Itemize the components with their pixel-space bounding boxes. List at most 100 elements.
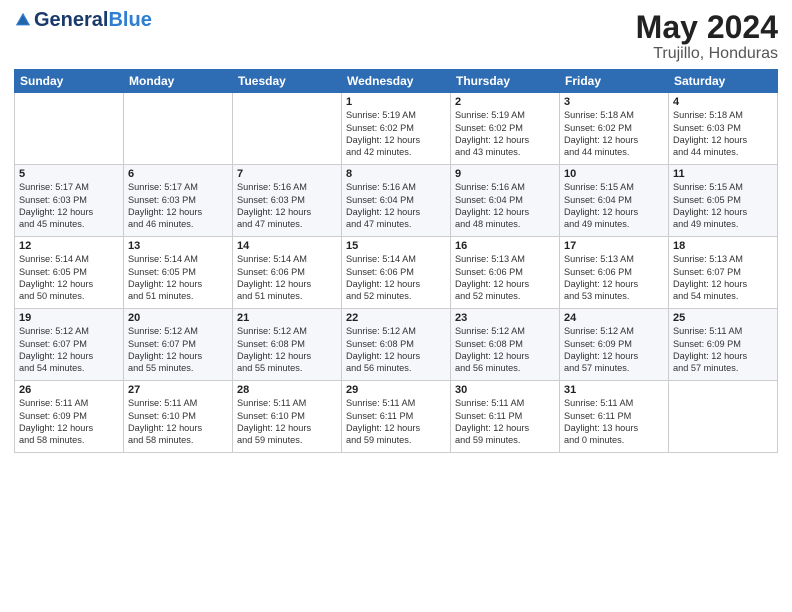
day-number: 21: [237, 312, 337, 324]
day-info: Sunrise: 5:12 AM Sunset: 6:07 PM Dayligh…: [128, 325, 228, 375]
day-number: 10: [564, 168, 664, 180]
day-number: 24: [564, 312, 664, 324]
day-info: Sunrise: 5:11 AM Sunset: 6:09 PM Dayligh…: [673, 325, 773, 375]
day-info: Sunrise: 5:19 AM Sunset: 6:02 PM Dayligh…: [455, 109, 555, 159]
calendar-cell: 15Sunrise: 5:14 AM Sunset: 6:06 PM Dayli…: [342, 237, 451, 309]
day-number: 2: [455, 96, 555, 108]
day-number: 8: [346, 168, 446, 180]
header: GeneralBlue May 2024 Trujillo, Honduras: [14, 10, 778, 63]
weekday-header-cell: Saturday: [669, 70, 778, 93]
day-info: Sunrise: 5:16 AM Sunset: 6:03 PM Dayligh…: [237, 181, 337, 231]
day-number: 1: [346, 96, 446, 108]
day-info: Sunrise: 5:14 AM Sunset: 6:05 PM Dayligh…: [128, 253, 228, 303]
calendar-cell: 12Sunrise: 5:14 AM Sunset: 6:05 PM Dayli…: [15, 237, 124, 309]
day-number: 6: [128, 168, 228, 180]
calendar-cell: 29Sunrise: 5:11 AM Sunset: 6:11 PM Dayli…: [342, 381, 451, 453]
day-number: 20: [128, 312, 228, 324]
calendar-cell: 24Sunrise: 5:12 AM Sunset: 6:09 PM Dayli…: [560, 309, 669, 381]
day-info: Sunrise: 5:16 AM Sunset: 6:04 PM Dayligh…: [455, 181, 555, 231]
calendar-cell: 26Sunrise: 5:11 AM Sunset: 6:09 PM Dayli…: [15, 381, 124, 453]
calendar-cell: 5Sunrise: 5:17 AM Sunset: 6:03 PM Daylig…: [15, 165, 124, 237]
calendar-cell: 8Sunrise: 5:16 AM Sunset: 6:04 PM Daylig…: [342, 165, 451, 237]
day-info: Sunrise: 5:11 AM Sunset: 6:10 PM Dayligh…: [128, 397, 228, 447]
calendar-cell: 4Sunrise: 5:18 AM Sunset: 6:03 PM Daylig…: [669, 93, 778, 165]
location-title: Trujillo, Honduras: [636, 45, 778, 63]
calendar-week-row: 19Sunrise: 5:12 AM Sunset: 6:07 PM Dayli…: [15, 309, 778, 381]
day-number: 14: [237, 240, 337, 252]
day-info: Sunrise: 5:11 AM Sunset: 6:11 PM Dayligh…: [346, 397, 446, 447]
calendar-cell: 6Sunrise: 5:17 AM Sunset: 6:03 PM Daylig…: [124, 165, 233, 237]
page: GeneralBlue May 2024 Trujillo, Honduras …: [0, 0, 792, 612]
day-number: 19: [19, 312, 119, 324]
day-info: Sunrise: 5:18 AM Sunset: 6:03 PM Dayligh…: [673, 109, 773, 159]
day-info: Sunrise: 5:11 AM Sunset: 6:10 PM Dayligh…: [237, 397, 337, 447]
calendar-cell: 2Sunrise: 5:19 AM Sunset: 6:02 PM Daylig…: [451, 93, 560, 165]
day-info: Sunrise: 5:13 AM Sunset: 6:06 PM Dayligh…: [455, 253, 555, 303]
day-number: 12: [19, 240, 119, 252]
day-info: Sunrise: 5:16 AM Sunset: 6:04 PM Dayligh…: [346, 181, 446, 231]
day-info: Sunrise: 5:11 AM Sunset: 6:11 PM Dayligh…: [564, 397, 664, 447]
day-number: 23: [455, 312, 555, 324]
day-info: Sunrise: 5:12 AM Sunset: 6:07 PM Dayligh…: [19, 325, 119, 375]
logo-general: General: [34, 10, 108, 30]
calendar-cell: 25Sunrise: 5:11 AM Sunset: 6:09 PM Dayli…: [669, 309, 778, 381]
calendar-cell: 11Sunrise: 5:15 AM Sunset: 6:05 PM Dayli…: [669, 165, 778, 237]
day-info: Sunrise: 5:17 AM Sunset: 6:03 PM Dayligh…: [19, 181, 119, 231]
day-info: Sunrise: 5:12 AM Sunset: 6:08 PM Dayligh…: [346, 325, 446, 375]
calendar-cell: 10Sunrise: 5:15 AM Sunset: 6:04 PM Dayli…: [560, 165, 669, 237]
day-number: 30: [455, 384, 555, 396]
calendar-week-row: 5Sunrise: 5:17 AM Sunset: 6:03 PM Daylig…: [15, 165, 778, 237]
calendar-table: SundayMondayTuesdayWednesdayThursdayFrid…: [14, 69, 778, 453]
calendar-cell: 14Sunrise: 5:14 AM Sunset: 6:06 PM Dayli…: [233, 237, 342, 309]
calendar-cell: 19Sunrise: 5:12 AM Sunset: 6:07 PM Dayli…: [15, 309, 124, 381]
weekday-header-cell: Sunday: [15, 70, 124, 93]
calendar-cell: 7Sunrise: 5:16 AM Sunset: 6:03 PM Daylig…: [233, 165, 342, 237]
calendar-cell: 20Sunrise: 5:12 AM Sunset: 6:07 PM Dayli…: [124, 309, 233, 381]
day-number: 22: [346, 312, 446, 324]
calendar-cell: 9Sunrise: 5:16 AM Sunset: 6:04 PM Daylig…: [451, 165, 560, 237]
calendar-cell: 16Sunrise: 5:13 AM Sunset: 6:06 PM Dayli…: [451, 237, 560, 309]
calendar-cell: 22Sunrise: 5:12 AM Sunset: 6:08 PM Dayli…: [342, 309, 451, 381]
day-info: Sunrise: 5:14 AM Sunset: 6:06 PM Dayligh…: [346, 253, 446, 303]
day-number: 11: [673, 168, 773, 180]
day-number: 18: [673, 240, 773, 252]
day-number: 4: [673, 96, 773, 108]
day-number: 7: [237, 168, 337, 180]
day-info: Sunrise: 5:11 AM Sunset: 6:09 PM Dayligh…: [19, 397, 119, 447]
calendar-body: 1 Sunrise: 5:19 AM Sunset: 6:02 PM Daylig…: [15, 93, 778, 453]
calendar-cell: 17Sunrise: 5:13 AM Sunset: 6:06 PM Dayli…: [560, 237, 669, 309]
weekday-header-cell: Monday: [124, 70, 233, 93]
day-info: Sunrise: 5:15 AM Sunset: 6:05 PM Dayligh…: [673, 181, 773, 231]
calendar-cell: [669, 381, 778, 453]
day-info: Sunrise: 5:12 AM Sunset: 6:09 PM Dayligh…: [564, 325, 664, 375]
day-info: Sunrise: 5:15 AM Sunset: 6:04 PM Dayligh…: [564, 181, 664, 231]
day-info: Sunrise: 5:12 AM Sunset: 6:08 PM Dayligh…: [455, 325, 555, 375]
calendar-cell: 30Sunrise: 5:11 AM Sunset: 6:11 PM Dayli…: [451, 381, 560, 453]
calendar-cell: 31Sunrise: 5:11 AM Sunset: 6:11 PM Dayli…: [560, 381, 669, 453]
calendar-week-row: 26Sunrise: 5:11 AM Sunset: 6:09 PM Dayli…: [15, 381, 778, 453]
day-number: 15: [346, 240, 446, 252]
calendar-week-row: 12Sunrise: 5:14 AM Sunset: 6:05 PM Dayli…: [15, 237, 778, 309]
day-number: 16: [455, 240, 555, 252]
calendar-cell: [233, 93, 342, 165]
calendar-week-row: 1 Sunrise: 5:19 AM Sunset: 6:02 PM Daylig…: [15, 93, 778, 165]
day-number: 29: [346, 384, 446, 396]
logo: GeneralBlue: [14, 10, 152, 30]
calendar-cell: 18Sunrise: 5:13 AM Sunset: 6:07 PM Dayli…: [669, 237, 778, 309]
calendar-cell: [15, 93, 124, 165]
day-info: Sunrise: 5:17 AM Sunset: 6:03 PM Dayligh…: [128, 181, 228, 231]
calendar-cell: 1Sunrise: 5:19 AM Sunset: 6:02 PM Daylig…: [342, 93, 451, 165]
day-info: Sunrise: 5:12 AM Sunset: 6:08 PM Dayligh…: [237, 325, 337, 375]
day-info: Sunrise: 5:14 AM Sunset: 6:05 PM Dayligh…: [19, 253, 119, 303]
calendar-cell: [124, 93, 233, 165]
day-info: Sunrise: 5:18 AM Sunset: 6:02 PM Dayligh…: [564, 109, 664, 159]
weekday-header-row: SundayMondayTuesdayWednesdayThursdayFrid…: [15, 70, 778, 93]
day-number: 28: [237, 384, 337, 396]
day-number: 13: [128, 240, 228, 252]
calendar-cell: 28Sunrise: 5:11 AM Sunset: 6:10 PM Dayli…: [233, 381, 342, 453]
weekday-header-cell: Tuesday: [233, 70, 342, 93]
weekday-header-cell: Thursday: [451, 70, 560, 93]
day-number: 25: [673, 312, 773, 324]
day-number: 3: [564, 96, 664, 108]
day-number: 31: [564, 384, 664, 396]
